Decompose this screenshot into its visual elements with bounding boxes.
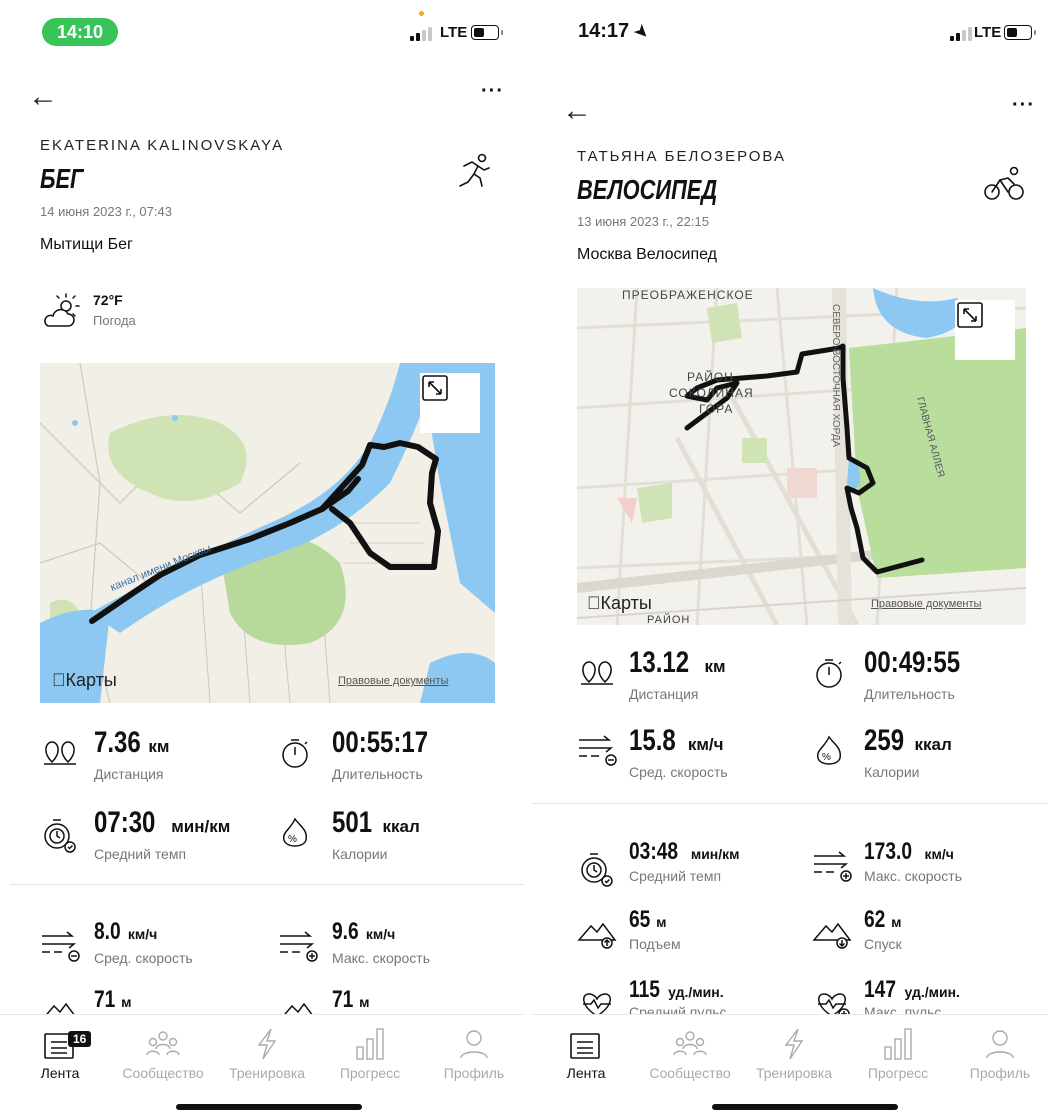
status-time: 14:10 [42, 18, 118, 46]
stopwatch-icon [282, 739, 308, 768]
divider [10, 884, 524, 885]
pace-icon [44, 819, 76, 853]
pace-icon [581, 853, 613, 887]
network-type: LTE [974, 24, 1002, 41]
distance-icon [44, 741, 76, 765]
progress-icon [356, 1028, 384, 1060]
tab-bar: 16 Лента Сообщество Тренировка Прогресс … [0, 1014, 524, 1110]
community-icon [146, 1031, 180, 1056]
max-speed-icon [814, 851, 852, 882]
activity-type: БЕГ [40, 163, 84, 194]
home-indicator [176, 1104, 362, 1110]
profile-icon [986, 1030, 1014, 1059]
feed-icon [570, 1033, 600, 1059]
more-options-icon[interactable]: ··· [1012, 94, 1035, 117]
calories-icon: % [816, 735, 842, 765]
apple-maps-logo: Карты [587, 593, 652, 613]
lightning-icon [257, 1028, 277, 1060]
author-name: ТАТЬЯНА БЕЛОЗЕРОВА [577, 148, 786, 165]
avg-speed-icon [579, 735, 617, 766]
battery-icon [471, 25, 503, 40]
legal-link[interactable]: Правовые документы [338, 675, 448, 687]
divider [532, 803, 1048, 804]
tab-profile[interactable]: Профиль [950, 1027, 1048, 1081]
route-map[interactable]: СЕВЕРО-ВОСТОЧНАЯ ХОРДА ГЛАВНАЯ АЛЛЕЯ ПРЕ… [577, 288, 1026, 625]
apple-maps-logo: Карты [52, 670, 117, 690]
workout-name: Москва Велосипед [577, 246, 718, 263]
home-indicator [712, 1104, 898, 1110]
max-speed-icon [280, 931, 318, 962]
tab-community[interactable]: Сообщество [113, 1027, 213, 1081]
back-arrow-icon[interactable]: ← [28, 82, 58, 112]
tab-feed[interactable]: 16 Лента [10, 1027, 110, 1081]
route-map[interactable]: канал имени Москвы Карты Правовые докум… [40, 363, 495, 703]
status-bar: 14:10 LTE [0, 0, 524, 60]
svg-text:%: % [822, 752, 831, 763]
feed-badge: 16 [68, 1031, 92, 1047]
tab-community[interactable]: Сообщество [640, 1027, 740, 1081]
tab-workout[interactable]: Тренировка [744, 1027, 844, 1081]
expand-map-button[interactable] [420, 373, 480, 433]
workout-date: 13 июня 2023 г., 22:15 [577, 214, 709, 229]
district-label: РАЙОН [687, 370, 734, 384]
battery-icon [1004, 25, 1036, 40]
stopwatch-icon [816, 659, 842, 688]
network-type: LTE [440, 24, 468, 41]
bicycle-icon [984, 166, 1024, 207]
progress-icon [884, 1028, 912, 1060]
distance-icon [581, 661, 613, 685]
tab-bar: Лента Сообщество Тренировка Прогресс Про… [532, 1014, 1048, 1110]
descent-icon [812, 922, 852, 949]
left-screen: 14:10 LTE ← ··· EKATERINA KALINOVSKAYA Б… [0, 0, 524, 1110]
weather-temp: 72°F [93, 292, 123, 308]
back-arrow-icon[interactable]: ← [562, 96, 592, 126]
status-bar: 14:17➤ LTE [532, 0, 1048, 60]
workout-date: 14 июня 2023 г., 07:43 [40, 204, 172, 219]
workout-name: Мытищи Бег [40, 236, 133, 253]
weather-label: Погода [93, 313, 136, 328]
tab-feed[interactable]: Лента [536, 1027, 636, 1081]
location-arrow-icon: ➤ [630, 21, 653, 44]
expand-map-button[interactable] [955, 300, 1015, 360]
calories-icon: % [282, 817, 308, 847]
orange-indicator-dot [419, 11, 424, 16]
more-options-icon[interactable]: ··· [481, 80, 504, 103]
author-name: EKATERINA KALINOVSKAYA [40, 137, 285, 154]
profile-icon [460, 1030, 488, 1059]
lightning-icon [784, 1028, 804, 1060]
district-label: СОКОЛИНАЯ [669, 386, 754, 400]
legal-link[interactable]: Правовые документы [871, 598, 981, 610]
district-label: ГОРА [699, 402, 734, 416]
svg-text:%: % [288, 834, 297, 845]
signal-icon [410, 27, 432, 41]
ascent-icon [577, 922, 617, 949]
signal-icon [950, 27, 972, 41]
community-icon [673, 1031, 707, 1056]
running-icon [456, 152, 492, 197]
status-time: 14:17➤ [578, 20, 653, 44]
activity-type: ВЕЛОСИПЕД [577, 174, 718, 205]
district-label: ПРЕОБРАЖЕНСКОЕ [622, 288, 754, 302]
tab-workout[interactable]: Тренировка [217, 1027, 317, 1081]
avg-speed-icon [42, 931, 80, 962]
weather-icon [40, 292, 82, 335]
tab-progress[interactable]: Прогресс [320, 1027, 420, 1081]
svg-text:СЕВЕРО-ВОСТОЧНАЯ ХОРДА: СЕВЕРО-ВОСТОЧНАЯ ХОРДА [830, 304, 841, 447]
tab-progress[interactable]: Прогресс [848, 1027, 948, 1081]
right-screen: 14:17➤ LTE ← ··· ТАТЬЯНА БЕЛОЗЕРОВА ВЕЛО… [532, 0, 1048, 1110]
district-label: РАЙОН [647, 614, 691, 625]
tab-profile[interactable]: Профиль [424, 1027, 524, 1081]
